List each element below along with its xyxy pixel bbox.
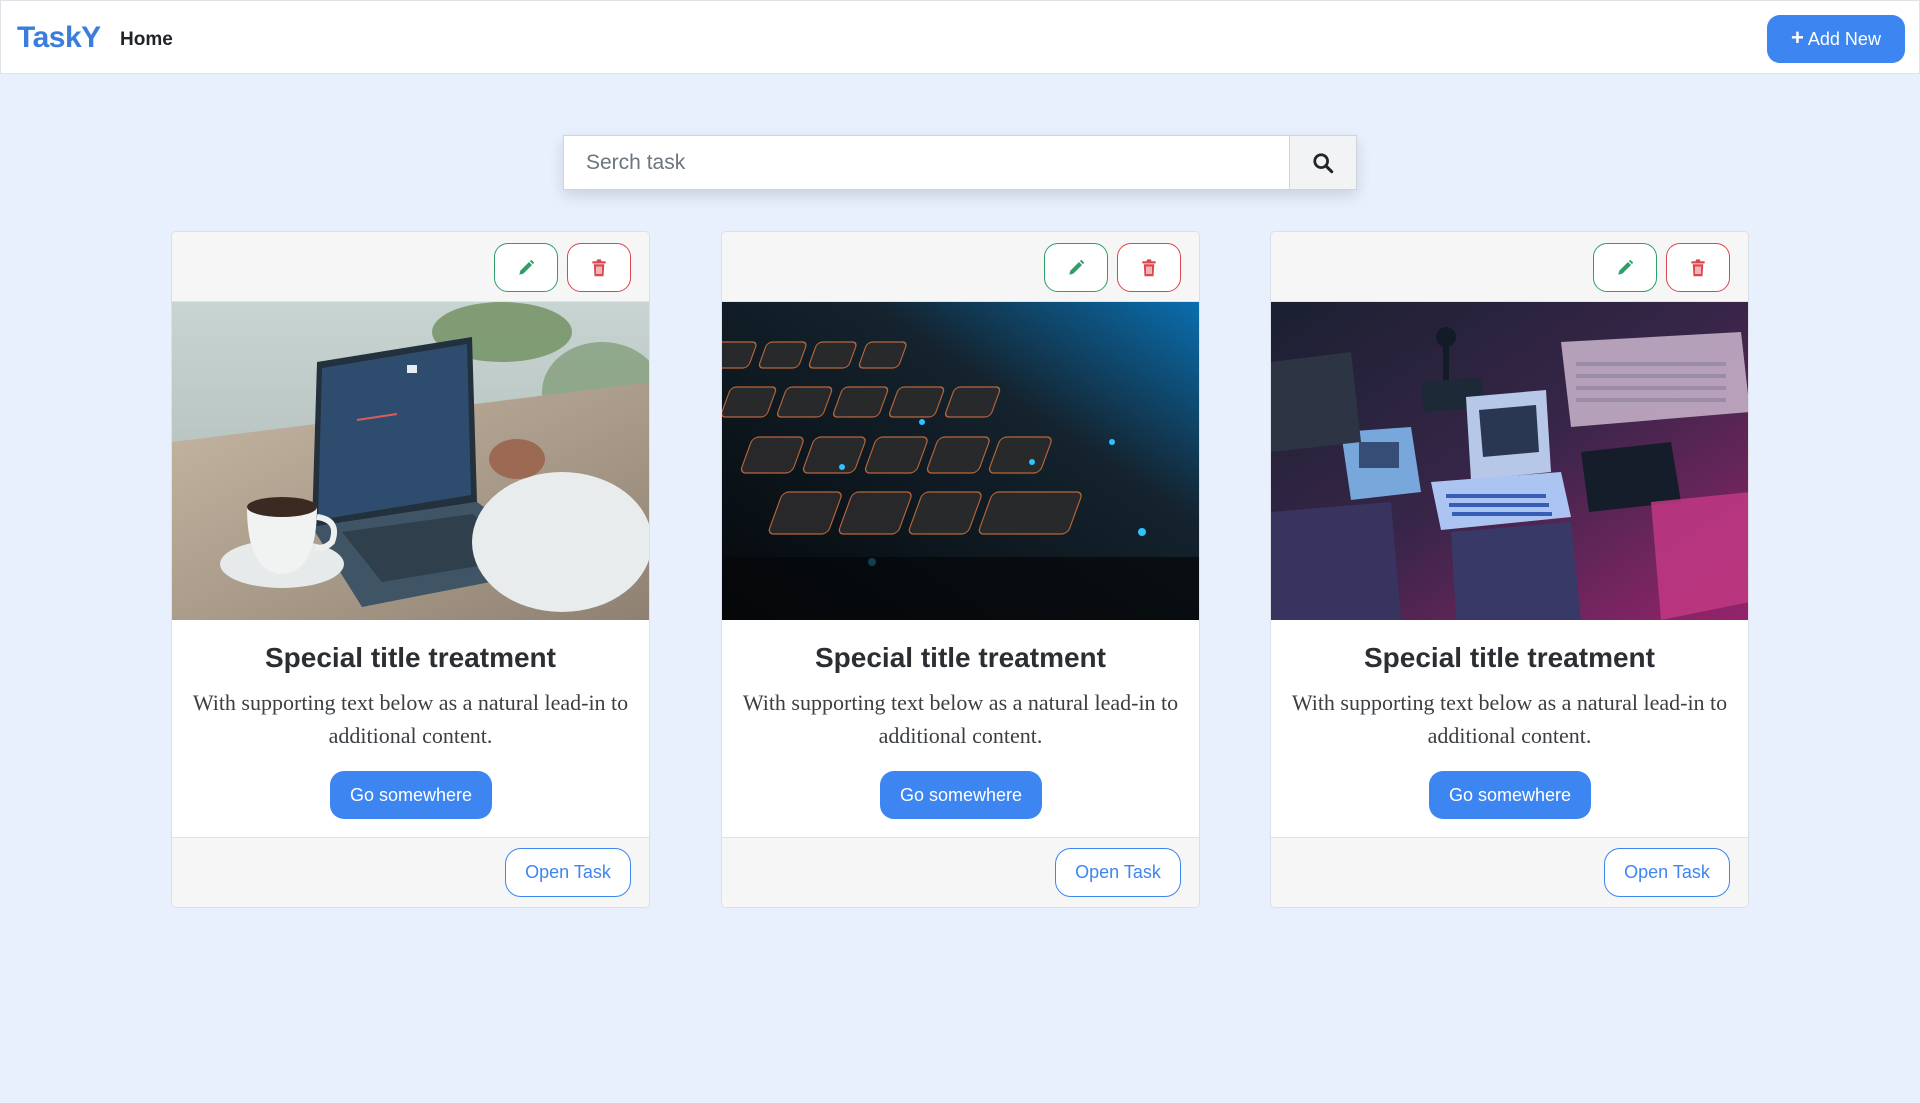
edit-button[interactable] <box>1593 243 1657 292</box>
card-text: With supporting text below as a natural … <box>192 690 629 748</box>
card-title: Special title treatment <box>265 642 556 673</box>
plus-icon: + <box>1791 25 1804 50</box>
task-card: Special title treatment With supporting … <box>1270 231 1749 908</box>
open-task-button[interactable]: Open Task <box>1604 848 1730 897</box>
card-footer: Open Task <box>1271 837 1748 907</box>
trash-icon <box>1691 258 1705 276</box>
card-body: Special title treatment With supporting … <box>722 620 1199 838</box>
card-text: With supporting text below as a natural … <box>1291 690 1728 748</box>
card-title: Special title treatment <box>815 642 1106 673</box>
go-somewhere-button[interactable]: Go somewhere <box>1429 771 1591 819</box>
search-input[interactable] <box>563 135 1289 190</box>
search-button[interactable] <box>1289 135 1357 190</box>
card-header <box>172 232 649 302</box>
edit-button[interactable] <box>1044 243 1108 292</box>
task-card: Special title treatment With supporting … <box>171 231 650 908</box>
card-title: Special title treatment <box>1364 642 1655 673</box>
search-bar <box>563 135 1357 190</box>
delete-button[interactable] <box>1666 243 1730 292</box>
card-body: Special title treatment With supporting … <box>1271 620 1748 838</box>
card-body: Special title treatment With supporting … <box>172 620 649 838</box>
card-text: With supporting text below as a natural … <box>742 690 1179 748</box>
card-footer: Open Task <box>172 837 649 907</box>
card-header <box>722 232 1199 302</box>
brand-logo[interactable]: TaskY <box>17 21 101 55</box>
go-somewhere-button[interactable]: Go somewhere <box>330 771 492 819</box>
card-image <box>172 302 649 620</box>
trash-icon <box>1142 258 1156 276</box>
open-task-button[interactable]: Open Task <box>1055 848 1181 897</box>
laptop-coffee-photo <box>172 302 649 620</box>
add-new-button[interactable]: + Add New <box>1767 15 1905 63</box>
retro-computers-photo <box>1271 302 1748 620</box>
card-image <box>1271 302 1748 620</box>
search-icon <box>1313 152 1334 173</box>
card-footer: Open Task <box>722 837 1199 907</box>
pencil-icon <box>1618 259 1634 275</box>
pencil-icon <box>519 259 535 275</box>
card-header <box>1271 232 1748 302</box>
add-new-label: Add New <box>1807 28 1881 49</box>
trash-icon <box>592 258 606 276</box>
card-image <box>722 302 1199 620</box>
keyboard-photo <box>722 302 1199 620</box>
open-task-button[interactable]: Open Task <box>505 848 631 897</box>
edit-button[interactable] <box>494 243 558 292</box>
go-somewhere-button[interactable]: Go somewhere <box>880 771 1042 819</box>
nav-link-home[interactable]: Home <box>120 29 173 51</box>
delete-button[interactable] <box>1117 243 1181 292</box>
delete-button[interactable] <box>567 243 631 292</box>
pencil-icon <box>1069 259 1085 275</box>
navbar: TaskY Home + Add New <box>0 0 1920 74</box>
task-card: Special title treatment With supporting … <box>721 231 1200 908</box>
